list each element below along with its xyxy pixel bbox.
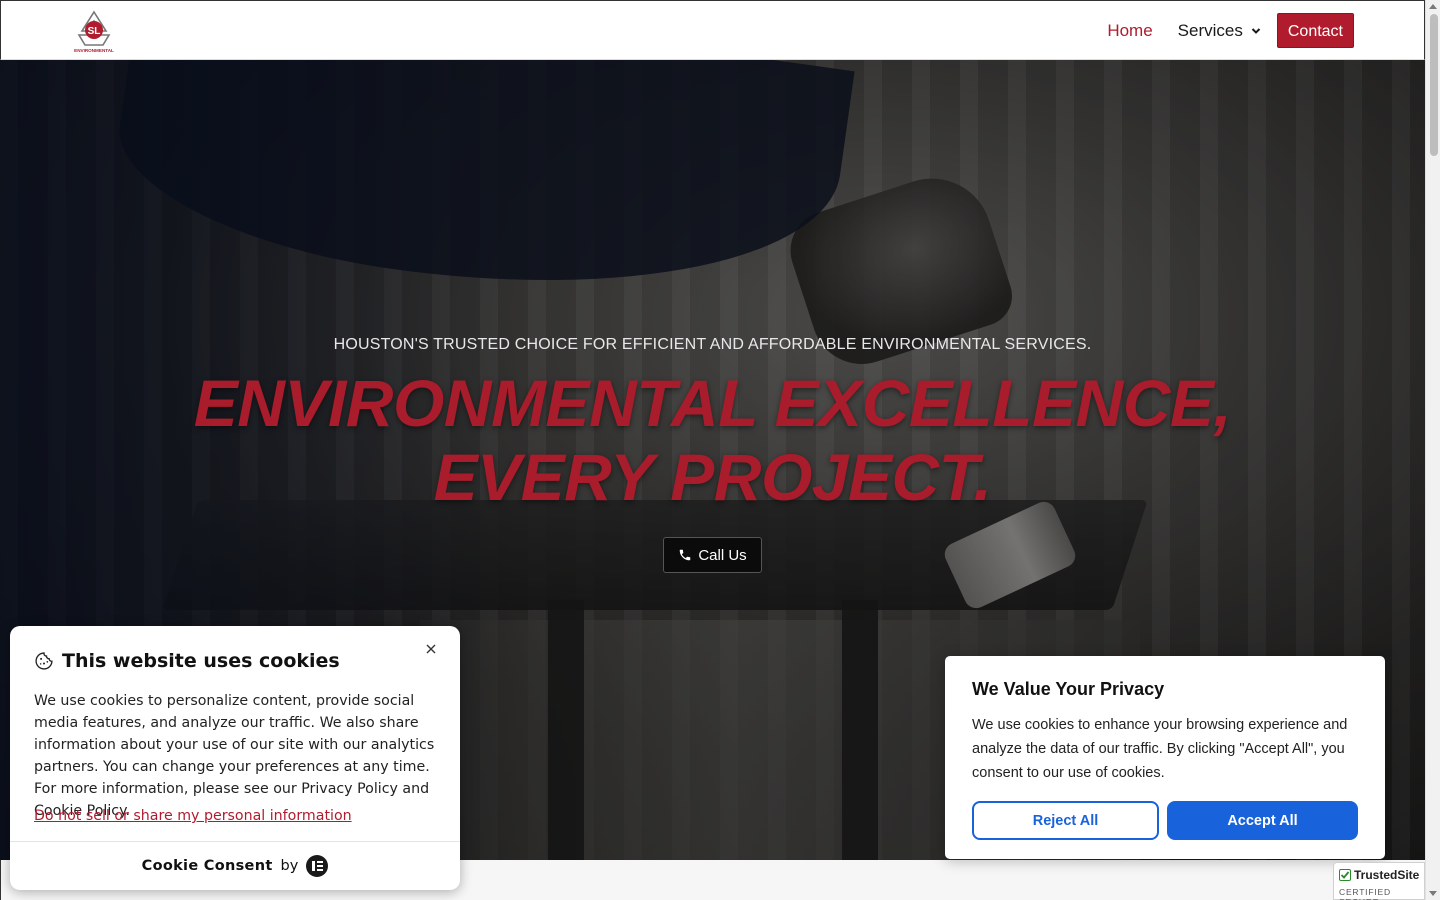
site-header: SL ENVIRONMENTAL Home Services Contact bbox=[0, 0, 1425, 60]
trustedsite-badge[interactable]: TrustedSite CERTIFIED SECURE bbox=[1333, 862, 1425, 900]
company-logo[interactable]: SL ENVIRONMENTAL bbox=[73, 9, 115, 55]
do-not-sell-link[interactable]: Do not sell or share my personal informa… bbox=[34, 808, 352, 824]
hero-headline: ENVIRONMENTAL EXCELLENCE, EVERY PROJECT. bbox=[0, 366, 1425, 514]
nav-services-label: Services bbox=[1177, 20, 1243, 40]
call-us-button[interactable]: Call Us bbox=[663, 537, 762, 573]
hero-headline-line1: ENVIRONMENTAL EXCELLENCE, bbox=[193, 366, 1232, 440]
cookie-consent-dialog: This website uses cookies We use cookies… bbox=[10, 626, 460, 890]
hero-tagline: HOUSTON'S TRUSTED CHOICE FOR EFFICIENT A… bbox=[333, 336, 1092, 353]
logo-subtext: ENVIRONMENTAL bbox=[74, 48, 114, 53]
main-nav: Home Services Contact bbox=[1107, 13, 1354, 48]
trustedsite-name: TrustedSite bbox=[1354, 868, 1420, 882]
scroll-thumb[interactable] bbox=[1430, 14, 1438, 156]
reject-all-button[interactable]: Reject All bbox=[972, 801, 1159, 840]
cookie-consent-title: This website uses cookies bbox=[62, 650, 340, 672]
cookie-icon bbox=[35, 652, 53, 670]
scroll-down-arrow-icon[interactable] bbox=[1429, 891, 1437, 896]
elementor-logo-icon bbox=[306, 855, 329, 877]
trustedsite-badge-top: TrustedSite bbox=[1339, 868, 1419, 882]
checkmark-icon bbox=[1339, 869, 1351, 881]
privacy-notice-body: We use cookies to enhance your browsing … bbox=[972, 717, 1348, 781]
nav-contact-button[interactable]: Contact bbox=[1276, 13, 1354, 48]
nav-home-link[interactable]: Home bbox=[1107, 21, 1152, 41]
nav-services-dropdown[interactable]: Services bbox=[1178, 21, 1261, 41]
cookie-consent-brand: Cookie Consent bbox=[141, 858, 273, 874]
phone-icon bbox=[680, 549, 691, 561]
cookie-consent-header: This website uses cookies bbox=[34, 650, 340, 672]
call-us-label: Call Us bbox=[698, 546, 747, 564]
logo-text: SL bbox=[88, 26, 101, 37]
page-scrollbar[interactable] bbox=[1425, 0, 1440, 900]
privacy-notice-title: We Value Your Privacy bbox=[972, 679, 1165, 699]
cookie-consent-footer[interactable]: Cookie Consent by bbox=[10, 841, 460, 890]
cookie-consent-body: We use cookies to personalize content, p… bbox=[34, 693, 435, 819]
chevron-down-icon bbox=[1251, 27, 1261, 34]
cookie-consent-by: by bbox=[280, 858, 299, 874]
trustedsite-subtitle: CERTIFIED SECURE bbox=[1339, 887, 1391, 900]
scroll-up-arrow-icon[interactable] bbox=[1429, 4, 1437, 9]
privacy-notice-dialog: We Value Your Privacy We use cookies to … bbox=[945, 656, 1385, 859]
close-icon[interactable] bbox=[424, 642, 438, 656]
accept-all-button[interactable]: Accept All bbox=[1167, 801, 1358, 840]
hero-headline-line2: EVERY PROJECT. bbox=[433, 440, 992, 514]
